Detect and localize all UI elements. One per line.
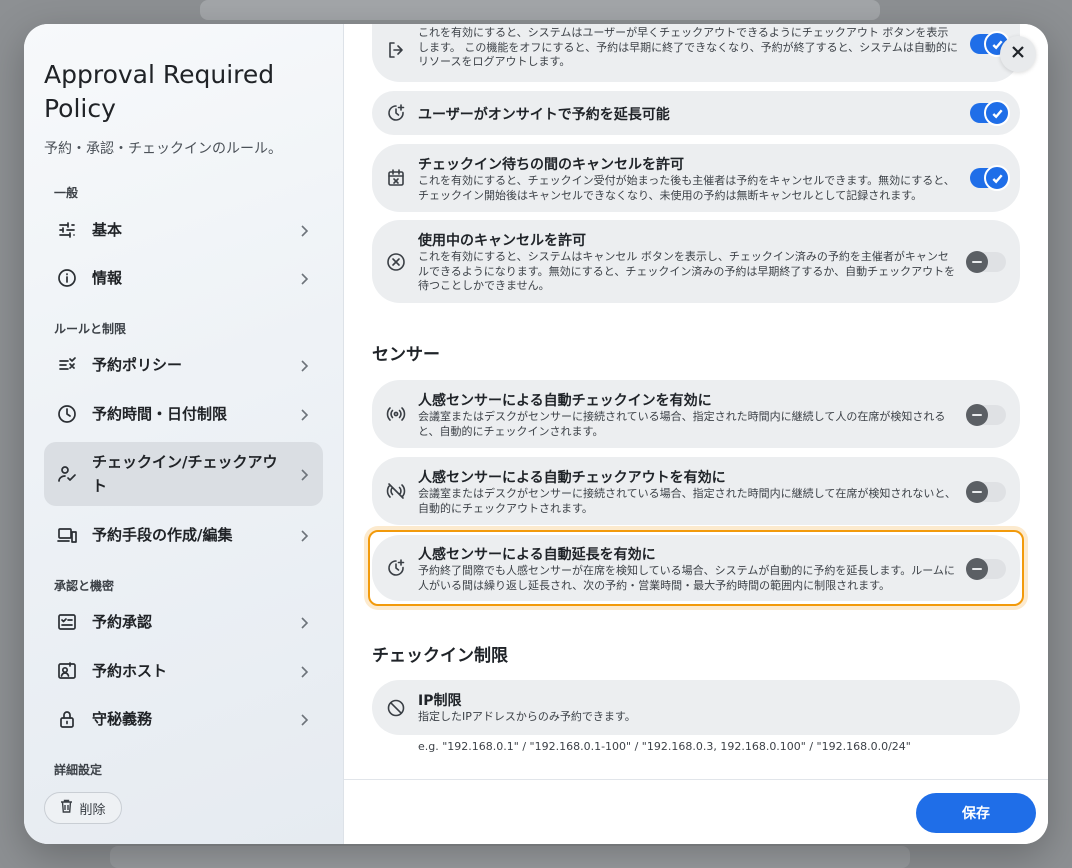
chevron-right-icon xyxy=(299,712,309,726)
sidebar-item-approval[interactable]: 予約承認 xyxy=(44,600,323,644)
setting-card-early-checkout: これを有効にすると、システムはユーザーが早くチェックアウトできるようにチェックア… xyxy=(372,24,1020,82)
chevron-right-icon xyxy=(299,664,309,678)
toggle-sensor-checkout[interactable] xyxy=(966,481,1006,503)
delete-button[interactable]: 削除 xyxy=(44,792,122,824)
chevron-right-icon xyxy=(299,271,309,285)
focus-highlight xyxy=(368,530,1024,606)
section-heading-checkin-limit: チェックイン制限 xyxy=(372,646,508,666)
lock-icon xyxy=(56,708,78,730)
toggle-cancel-in-use[interactable] xyxy=(966,251,1006,273)
chevron-right-icon xyxy=(299,528,309,542)
chevron-right-icon xyxy=(299,223,309,237)
sidebar-item-label: チェックイン/チェックアウト xyxy=(92,453,278,495)
group-approval: 承認と機密 xyxy=(54,579,115,593)
settings-panel[interactable]: これを有効にすると、システムはユーザーが早くチェックアウトできるようにチェックア… xyxy=(344,24,1048,779)
trash-icon xyxy=(60,799,73,817)
chevron-right-icon xyxy=(299,358,309,372)
sidebar-item-basic[interactable]: 基本 xyxy=(44,208,323,252)
setting-title: ユーザーがオンサイトで予約を延長可能 xyxy=(418,107,670,123)
sidebar-item-label: 予約ホスト xyxy=(92,662,168,680)
logout-icon xyxy=(386,40,406,60)
close-icon xyxy=(1010,44,1026,64)
toggle-cancel-while-waiting[interactable] xyxy=(970,165,1010,191)
sidebar-item-checkin-checkout[interactable]: チェックイン/チェックアウト xyxy=(44,442,323,506)
setting-card-cancel-in-use: 使用中のキャンセルを許可 これを有効にすると、システムはキャンセル ボタンを表示… xyxy=(372,220,1020,303)
close-button[interactable] xyxy=(1000,36,1036,72)
setting-description: これを有効にすると、システムはユーザーが早くチェックアウトできるようにチェックア… xyxy=(418,26,958,68)
setting-title: 人感センサーによる自動チェックインを有効に xyxy=(418,393,712,409)
toggle-onsite-extend[interactable] xyxy=(970,100,1010,126)
sidebar-item-label: 守秘義務 xyxy=(92,710,153,728)
clock-plus-icon xyxy=(386,103,406,123)
setting-card-sensor-checkin: 人感センサーによる自動チェックインを有効に 会議室またはデスクがセンサーに接続さ… xyxy=(372,380,1020,448)
setting-card-cancel-while-waiting: チェックイン待ちの間のキャンセルを許可 これを有効にすると、チェックイン受付が始… xyxy=(372,144,1020,212)
sensor-signal-icon xyxy=(386,404,406,424)
sidebar-item-label: 基本 xyxy=(92,221,123,239)
id-card-icon xyxy=(56,660,78,682)
sidebar-item-time-limits[interactable]: 予約時間・日付制限 xyxy=(44,392,323,436)
info-icon xyxy=(56,267,78,289)
delete-label: 削除 xyxy=(79,802,106,818)
checklist-icon xyxy=(56,611,78,633)
group-advanced: 詳細設定 xyxy=(54,763,103,777)
sidebar-item-booking-methods[interactable]: 予約手段の作成/編集 xyxy=(44,513,323,557)
toggle-sensor-checkin[interactable] xyxy=(966,404,1006,426)
list-check-icon xyxy=(56,354,78,376)
sensor-off-icon xyxy=(386,481,406,501)
setting-card-ip-restriction[interactable]: IP制限 指定したIPアドレスからのみ予約できます。 xyxy=(372,680,1020,735)
sidebar-item-host[interactable]: 予約ホスト xyxy=(44,649,323,693)
sidebar-item-label: 情報 xyxy=(92,269,123,287)
sidebar-item-label: 予約ポリシー xyxy=(92,356,183,374)
ban-icon xyxy=(386,698,406,718)
sidebar-item-label: 予約時間・日付制限 xyxy=(92,405,228,423)
setting-title: IP制限 xyxy=(418,693,462,709)
setting-description: 会議室またはデスクがセンサーに接続されている場合、指定された時間内に継続して在席… xyxy=(418,487,956,515)
sliders-icon xyxy=(56,219,78,241)
setting-title: 人感センサーによる自動チェックアウトを有効に xyxy=(418,470,726,486)
setting-card-sensor-checkout: 人感センサーによる自動チェックアウトを有効に 会議室またはデスクがセンサーに接続… xyxy=(372,457,1020,525)
modal-footer: 保存 xyxy=(344,779,1048,844)
background-blur-bottom xyxy=(110,846,910,868)
setting-title: チェックイン待ちの間のキャンセルを許可 xyxy=(418,157,684,173)
policy-modal: Approval Required Policy 予約・承認・チェックインのルー… xyxy=(24,24,1048,844)
x-circle-icon xyxy=(386,252,406,272)
sidebar-item-info[interactable]: 情報 xyxy=(44,256,323,300)
user-check-icon xyxy=(56,463,78,485)
chevron-right-icon xyxy=(299,467,309,481)
policy-subtitle: 予約・承認・チェックインのルール。 xyxy=(44,141,282,157)
devices-icon xyxy=(56,524,78,546)
setting-title: 使用中のキャンセルを許可 xyxy=(418,233,586,249)
clock-icon xyxy=(56,403,78,425)
ip-example-hint: e.g. "192.168.0.1" / "192.168.0.1-100" /… xyxy=(418,740,911,753)
sidebar-item-booking-policy[interactable]: 予約ポリシー xyxy=(44,343,323,387)
section-heading-sensor: センサー xyxy=(372,345,440,365)
setting-description: これを有効にすると、システムはキャンセル ボタンを表示し、チェックイン済みの予約… xyxy=(418,250,956,292)
setting-card-onsite-extend: ユーザーがオンサイトで予約を延長可能 xyxy=(372,91,1020,135)
group-general: 一般 xyxy=(54,186,79,200)
chevron-right-icon xyxy=(299,615,309,629)
setting-description: 会議室またはデスクがセンサーに接続されている場合、指定された時間内に継続して人の… xyxy=(418,410,946,438)
save-button[interactable]: 保存 xyxy=(916,793,1036,833)
policy-title: Approval Required Policy xyxy=(44,60,275,123)
setting-description: 指定したIPアドレスからのみ予約できます。 xyxy=(418,710,636,723)
chevron-right-icon xyxy=(299,407,309,421)
sidebar: Approval Required Policy 予約・承認・チェックインのルー… xyxy=(24,24,344,844)
sidebar-item-label: 予約手段の作成/編集 xyxy=(92,526,233,544)
calendar-x-icon xyxy=(386,168,406,188)
setting-description: これを有効にすると、チェックイン受付が始まった後も主催者は予約をキャンセルできま… xyxy=(418,174,955,202)
group-rules: ルールと制限 xyxy=(54,322,127,336)
sidebar-item-confidentiality[interactable]: 守秘義務 xyxy=(44,697,323,741)
sidebar-item-label: 予約承認 xyxy=(92,613,153,631)
background-blur xyxy=(200,0,880,20)
